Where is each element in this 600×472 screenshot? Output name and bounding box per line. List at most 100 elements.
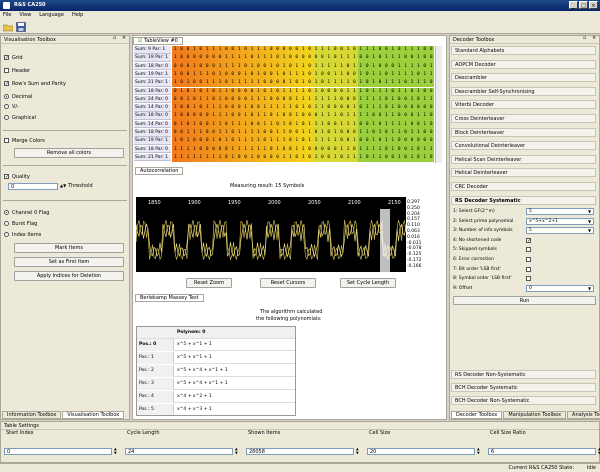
close-panel-icon[interactable]: × [592, 35, 596, 41]
spin-arrows-icon[interactable]: ▲▼ [114, 447, 117, 455]
burst-flag-radio[interactable] [4, 221, 9, 226]
table-cell[interactable]: 1 [428, 70, 435, 80]
decoder-item[interactable]: CRC Decoder [451, 182, 596, 191]
grid-checkbox[interactable]: ✓ [4, 55, 9, 61]
cursor-marker[interactable] [380, 209, 390, 272]
table-cell[interactable]: 0 [428, 137, 435, 146]
rs-field-checkbox[interactable] [526, 266, 531, 272]
maximize-button[interactable]: □ [579, 1, 588, 9]
menu-help[interactable]: Help [72, 11, 83, 20]
table-cell[interactable]: 0 [428, 104, 435, 113]
decoder-item[interactable]: BCH Decoder Systematic [451, 383, 596, 392]
remove-colors-button[interactable]: Remove all colors [14, 148, 124, 158]
spin-arrows-icon[interactable]: ▲▼ [60, 183, 66, 188]
autocorrelation-plot[interactable]: 1850 1900 1950 2000 2050 2100 2150 [135, 197, 407, 272]
decimal-label: Decimal [12, 94, 33, 100]
tab-analysis-toolbox[interactable]: Analysis Toolbox [567, 411, 600, 419]
setting-input[interactable]: 20 [367, 448, 475, 455]
table-cell[interactable]: 0 [428, 153, 435, 163]
decoder-item[interactable]: Standard Alphabets [451, 46, 596, 55]
rs-field-checkbox[interactable] [526, 276, 531, 282]
spin-arrows-icon[interactable]: ▲▼ [235, 447, 238, 455]
minimize-button[interactable]: _ [569, 1, 578, 9]
tab-tableview[interactable]: ☑ TableView #0 [133, 37, 183, 45]
table-cell[interactable]: 0 [428, 112, 435, 121]
bit-table[interactable]: Sum: 9 Par: 1100101110010111000001011100… [134, 46, 435, 163]
decoder-item[interactable]: Helical Scan Deinterleaver [451, 154, 596, 164]
menu-file[interactable]: File [3, 11, 11, 20]
rows-sum-parity-checkbox[interactable]: ✓ [4, 81, 9, 87]
spin-arrows-icon[interactable]: ▲▼ [356, 447, 359, 455]
table-cell[interactable]: 0 [428, 46, 435, 55]
decoder-item[interactable]: BCH Decoder Non-Systematic [451, 396, 596, 405]
decoder-item[interactable]: Block Deinterleaver [451, 127, 596, 137]
rs-field-checkbox[interactable] [526, 257, 531, 262]
close-panel-icon[interactable]: × [122, 35, 126, 41]
decoder-item[interactable]: RS Decoder Non-Systematic [451, 370, 596, 379]
setting-input[interactable]: 6 [488, 448, 596, 455]
table-cell[interactable]: 1 [428, 95, 435, 105]
table-cell[interactable]: 0 [428, 129, 435, 138]
setting-input[interactable]: 0 [4, 448, 112, 455]
decimal-radio[interactable] [4, 94, 9, 99]
quality-checkbox[interactable]: ✓ [4, 174, 9, 180]
open-folder-icon[interactable] [2, 22, 14, 32]
dropdown-arrow-icon[interactable]: ▼ [588, 219, 591, 224]
set-first-item-button[interactable]: Set as First Item [14, 257, 124, 267]
mark-items-button[interactable]: Mark Items [14, 243, 124, 253]
spin-arrows-icon[interactable]: ▲▼ [477, 447, 480, 455]
decoder-item[interactable]: Cross Deinterleaver [451, 114, 596, 123]
header-checkbox[interactable] [4, 68, 9, 73]
merge-colors-checkbox[interactable] [4, 138, 9, 143]
table-cell[interactable]: 1 [428, 145, 435, 154]
decoder-item[interactable]: Descrambler Self-Synchronising [451, 86, 596, 96]
table-cell[interactable]: 0 [428, 79, 435, 88]
menu-view[interactable]: View [19, 11, 31, 20]
dropdown-arrow-icon[interactable]: ▼ [588, 228, 591, 233]
tab-information-toolbox[interactable]: Information Toolbox [2, 411, 62, 419]
table-cell[interactable]: 1 [428, 62, 435, 71]
vu-radio[interactable] [4, 104, 9, 109]
tab-autocorrelation[interactable]: Autocorrelation [135, 167, 184, 175]
reset-cursors-button[interactable]: Reset Cursors [260, 278, 316, 288]
rs-field-checkbox[interactable] [526, 247, 531, 253]
save-icon[interactable] [16, 22, 26, 32]
table-cell[interactable]: 0 [428, 87, 435, 96]
table-scrollbar[interactable] [435, 46, 442, 163]
decoder-item[interactable]: Helical Deinterleaver [451, 168, 596, 178]
dropdown-arrow-icon[interactable]: ▼ [588, 286, 591, 291]
tab-manipulation-toolbox[interactable]: Manipulation Toolbox [503, 411, 567, 419]
x-tick-label: 1950 [228, 200, 241, 206]
float-icon[interactable]: ▫ [583, 35, 586, 41]
index-items-radio[interactable] [4, 232, 9, 237]
rs-field-input[interactable]: 5 [526, 227, 594, 235]
table-cell[interactable]: 0 [428, 120, 435, 129]
channel-flag-radio[interactable] [4, 210, 9, 215]
decoder-item[interactable]: Descrambler [451, 73, 596, 83]
setting-input[interactable]: 28058 [246, 448, 354, 455]
tab-visualisation-toolbox[interactable]: Visualisation Toolbox [62, 411, 125, 419]
decoder-item[interactable]: ADPCM Decoder [451, 59, 596, 69]
close-button[interactable]: × [589, 1, 598, 9]
berlekamp-desc-line1: The algorithm calculated [260, 309, 323, 315]
apply-indices-button[interactable]: Apply Indices for Deletion [14, 271, 124, 281]
run-button[interactable]: Run [453, 296, 596, 305]
reset-zoom-button[interactable]: Reset Zoom [186, 278, 232, 288]
decoder-item[interactable]: Viterbi Decoder [451, 100, 596, 110]
set-cycle-length-button[interactable]: Set Cycle Length [340, 278, 396, 288]
setting-input[interactable]: 24 [125, 448, 233, 455]
menu-language[interactable]: Language [39, 11, 64, 20]
rs-field-input[interactable]: x^5+x^2+1 [526, 217, 594, 225]
threshold-field[interactable]: 0 [8, 183, 58, 190]
table-cell[interactable]: 0 [428, 54, 435, 63]
decoder-item[interactable]: Convolutional Deinterleaver [451, 141, 596, 151]
rs-field-input[interactable]: 0 [526, 284, 594, 292]
dropdown-arrow-icon[interactable]: ▼ [588, 209, 591, 214]
graphical-radio[interactable] [4, 115, 9, 120]
rs-field-input[interactable]: 5 [526, 208, 594, 215]
tab-berlekamp[interactable]: Berlekamp Massey Test [135, 294, 204, 302]
float-icon[interactable]: ▫ [113, 35, 116, 41]
rs-decoder-header[interactable]: RS Decoder Systematic [451, 196, 596, 205]
tab-decoder-toolbox[interactable]: Decoder Toolbox [451, 411, 503, 419]
rs-field-checkbox[interactable]: ✓ [526, 237, 531, 243]
